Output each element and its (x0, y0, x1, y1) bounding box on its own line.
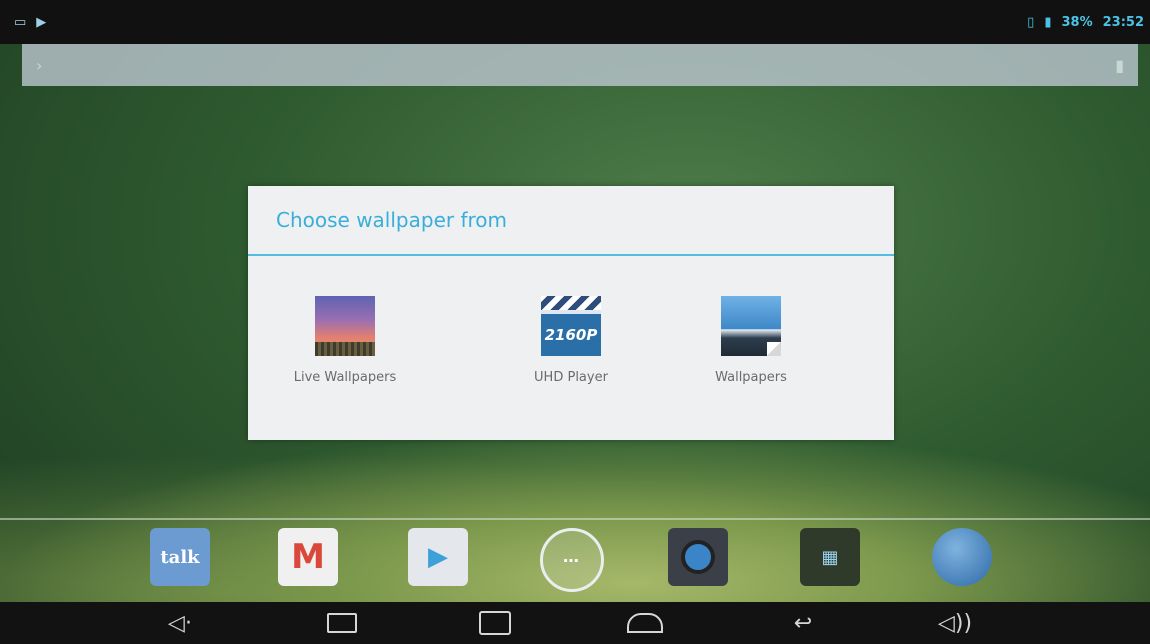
uhd-player-icon[interactable]: 2160P (541, 296, 601, 356)
gmail-app-icon[interactable]: M (278, 528, 338, 586)
recent-apps-icon (327, 613, 357, 633)
screenshot-icon (479, 611, 511, 635)
clock: 23:52 (1102, 14, 1144, 30)
volume-down-icon: ◁· (168, 610, 192, 636)
screenshot-button[interactable] (475, 608, 515, 638)
wallpapers-icon[interactable] (721, 296, 781, 356)
dock-divider (0, 518, 1150, 520)
dialog-divider (248, 254, 894, 256)
voice-search-icon[interactable]: ▮ (1115, 56, 1124, 75)
dialog-title: Choose wallpaper from (276, 208, 507, 232)
option-label: Wallpapers (715, 370, 787, 385)
home-icon (627, 613, 663, 633)
gallery-symbol: ▦ (821, 546, 839, 568)
recent-apps-button[interactable] (322, 608, 362, 638)
clapperboard-top (541, 296, 601, 310)
option-wallpapers[interactable]: Wallpapers (676, 296, 826, 385)
volume-up-button[interactable]: ◁)) (935, 608, 975, 638)
play-store-icon[interactable]: ▶ (408, 528, 468, 586)
choose-wallpaper-dialog: Choose wallpaper from Live Wallpapers 21… (248, 186, 894, 440)
play-store-symbol: ▶ (428, 542, 448, 572)
navigation-bar: ◁· ↩ ◁)) (0, 602, 1150, 644)
play-notification-icon: ▶ (36, 14, 47, 30)
volume-up-icon: ◁)) (937, 610, 973, 636)
browser-app-icon[interactable] (932, 528, 992, 586)
search-bar[interactable]: › ▮ (22, 44, 1138, 86)
live-wallpapers-icon[interactable] (315, 296, 375, 356)
sd-card-icon: ▯ (1027, 14, 1035, 30)
back-icon: ↩ (793, 610, 813, 636)
status-icons: ▯ ▮ 38% 23:52 (1027, 15, 1144, 30)
gmail-icon-label: M (291, 537, 325, 577)
all-apps-button[interactable]: ⋯ (540, 528, 604, 592)
battery-icon: ▮ (1044, 14, 1052, 30)
option-uhd-player[interactable]: 2160P UHD Player (496, 296, 646, 385)
home-button[interactable] (625, 608, 665, 638)
option-live-wallpapers[interactable]: Live Wallpapers (270, 296, 420, 385)
camera-lens-icon (681, 540, 715, 574)
back-button[interactable]: ↩ (783, 608, 823, 638)
google-search-icon[interactable]: › (36, 56, 42, 75)
camera-app-icon[interactable] (668, 528, 728, 586)
talk-app-icon[interactable]: talk (150, 528, 210, 586)
battery-percent: 38% (1061, 14, 1093, 30)
talk-icon-label: talk (160, 546, 200, 568)
status-bar: ▭ ▶ ▯ ▮ 38% 23:52 (0, 0, 1150, 44)
dock: talk M ▶ ⋯ ▦ (0, 524, 1150, 594)
notification-icons: ▭ ▶ (14, 15, 46, 30)
screenshot-notification-icon: ▭ (14, 14, 27, 30)
uhd-icon-text: 2160P (541, 314, 601, 356)
option-label: UHD Player (534, 370, 608, 385)
gallery-app-icon[interactable]: ▦ (800, 528, 860, 586)
option-label: Live Wallpapers (293, 370, 397, 385)
apps-grid-icon: ⋯ (563, 550, 581, 570)
volume-down-button[interactable]: ◁· (160, 608, 200, 638)
